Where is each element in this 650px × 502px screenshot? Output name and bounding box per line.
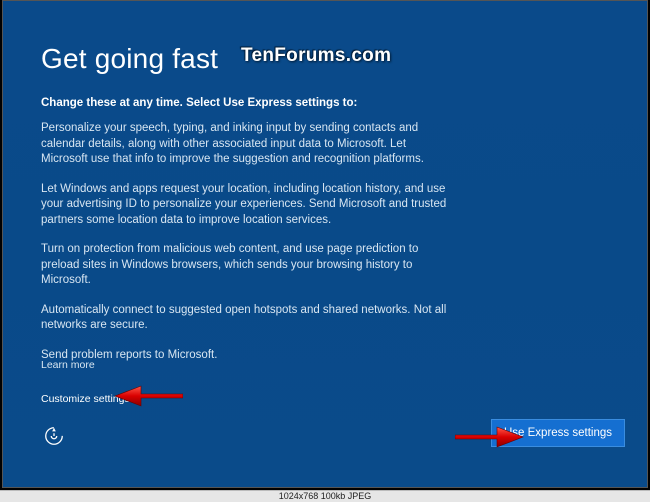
- oobe-screen: Get going fast Change these at any time.…: [2, 0, 648, 488]
- ease-of-access-icon[interactable]: [43, 425, 65, 447]
- paragraph-3: Turn on protection from malicious web co…: [41, 242, 451, 289]
- paragraph-1: Personalize your speech, typing, and ink…: [41, 121, 451, 168]
- paragraph-4: Automatically connect to suggested open …: [41, 303, 451, 334]
- learn-more-link[interactable]: Learn more: [41, 359, 95, 371]
- sub-heading: Change these at any time. Select Use Exp…: [41, 97, 609, 109]
- use-express-settings-button[interactable]: Use Express settings: [491, 419, 625, 447]
- paragraph-5: Send problem reports to Microsoft.: [41, 348, 451, 364]
- customize-settings-link[interactable]: Customize settings: [41, 393, 130, 405]
- image-info-bar: 1024x768 100kb JPEG: [0, 490, 650, 502]
- paragraph-2: Let Windows and apps request your locati…: [41, 182, 451, 229]
- watermark-text: TenForums.com: [241, 45, 391, 67]
